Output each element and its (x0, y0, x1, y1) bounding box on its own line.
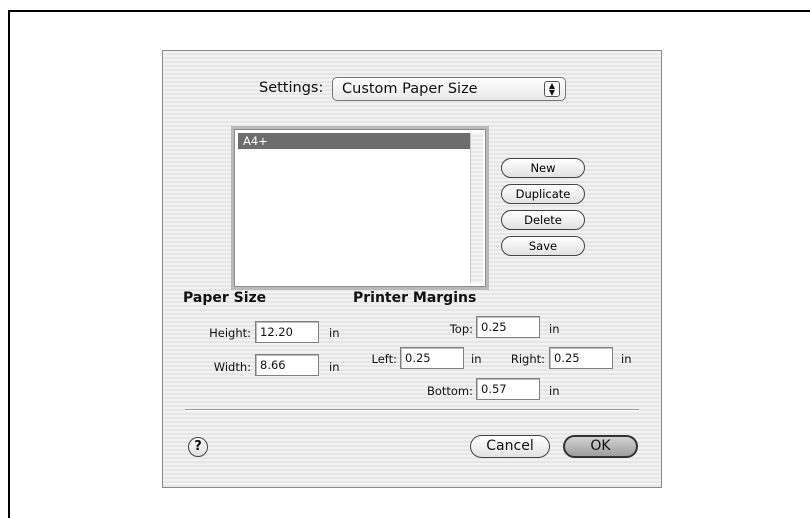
settings-popup-button[interactable]: Custom Paper Size ▲ ▼ (332, 77, 566, 101)
right-margin-unit: in (621, 352, 632, 366)
bottom-margin-label: Bottom: (426, 384, 473, 398)
settings-label: Settings: (259, 80, 324, 96)
custom-paper-size-dialog: Settings: Custom Paper Size ▲ ▼ A4+ New D… (162, 50, 662, 488)
height-field[interactable]: 12.20 (255, 321, 319, 343)
top-margin-label: Top: (449, 322, 473, 336)
ok-button[interactable]: OK (563, 435, 638, 458)
left-margin-label: Left: (371, 352, 397, 366)
up-down-arrows-icon: ▲ ▼ (544, 81, 560, 97)
duplicate-button[interactable]: Duplicate (501, 184, 585, 204)
printer-margins-heading: Printer Margins (353, 290, 477, 306)
paper-size-list[interactable]: A4+ (231, 126, 489, 290)
delete-button[interactable]: Delete (501, 210, 585, 230)
question-mark-icon[interactable]: ? (188, 437, 208, 457)
page-frame-left-border (8, 10, 10, 518)
top-margin-field[interactable]: 0.25 (476, 316, 540, 338)
height-label: Height: (209, 326, 251, 340)
right-margin-label: Right: (510, 352, 545, 366)
page-frame-top-border (8, 10, 810, 12)
list-item-selected[interactable]: A4+ (238, 133, 475, 149)
width-label: Width: (213, 360, 251, 374)
settings-popup-value: Custom Paper Size (342, 81, 478, 97)
width-field[interactable]: 8.66 (255, 354, 319, 376)
save-button[interactable]: Save (501, 236, 585, 256)
left-margin-field[interactable]: 0.25 (400, 347, 464, 369)
list-scrollbar[interactable] (470, 133, 483, 283)
cancel-button[interactable]: Cancel (470, 435, 550, 458)
right-margin-field[interactable]: 0.25 (549, 347, 613, 369)
new-button[interactable]: New (501, 158, 585, 178)
bottom-margin-unit: in (549, 384, 560, 398)
top-margin-unit: in (549, 322, 560, 336)
width-unit: in (329, 360, 340, 374)
footer-separator (185, 409, 639, 411)
left-margin-unit: in (471, 352, 482, 366)
height-unit: in (329, 326, 340, 340)
bottom-margin-field[interactable]: 0.57 (476, 378, 540, 400)
paper-size-heading: Paper Size (183, 290, 267, 306)
